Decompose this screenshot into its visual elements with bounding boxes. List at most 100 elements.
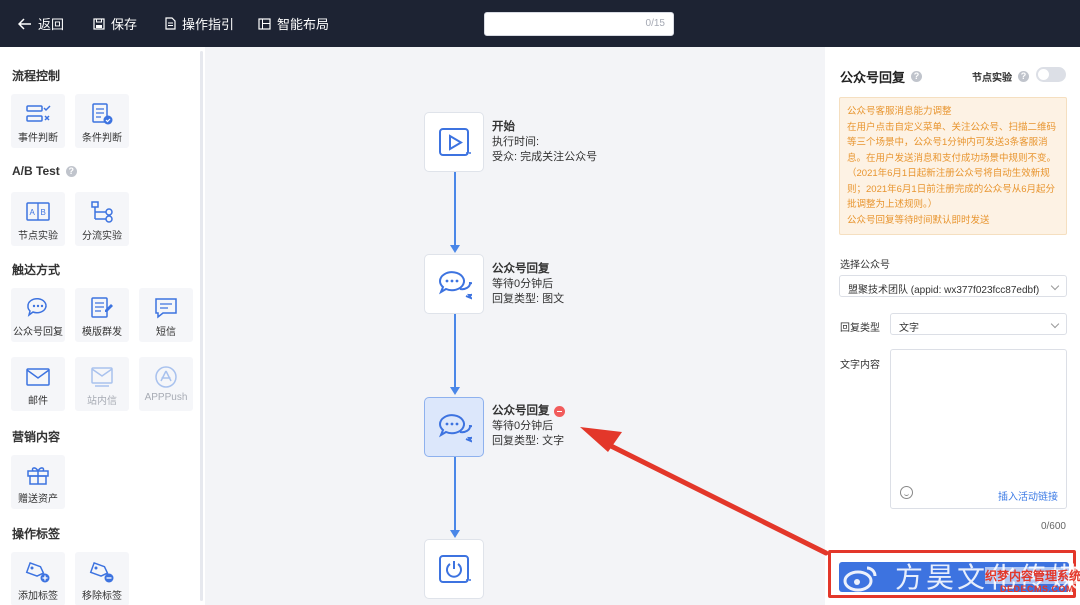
node-line: 受众: 完成关注公众号 bbox=[492, 151, 598, 163]
notice-box: 公众号客服消息能力调整 在用户点击自定义菜单、关注公众号、扫描二维码 等三个场景… bbox=[839, 97, 1067, 235]
reply-type-select[interactable]: 文字 bbox=[890, 313, 1067, 335]
watermark-cn: 织梦内容管理系统 bbox=[985, 567, 1080, 584]
chevron-down-icon bbox=[1050, 281, 1060, 291]
tool-event-judge[interactable]: 事件判断 bbox=[11, 94, 65, 148]
tag-add-icon bbox=[25, 561, 50, 583]
chat-bubbles-icon bbox=[438, 271, 472, 300]
tool-node-experiment[interactable]: AB 节点实验 bbox=[11, 192, 65, 246]
connector-line bbox=[454, 172, 456, 247]
account-select[interactable]: 盟聚技术团队 (appid: wx377f023fcc87edbf) bbox=[839, 275, 1067, 297]
flow-node-reply-1[interactable] bbox=[424, 254, 484, 314]
guide-button[interactable]: 操作指引 bbox=[165, 0, 234, 47]
tool-site-message[interactable]: 站内信 bbox=[75, 357, 129, 411]
guide-label: 操作指引 bbox=[182, 17, 235, 32]
panel-title: 公众号回复? bbox=[840, 67, 923, 86]
node-line: 等待0分钟后 bbox=[492, 278, 554, 290]
back-button[interactable]: 返回 bbox=[18, 0, 64, 47]
tool-sms[interactable]: 短信 bbox=[139, 288, 193, 342]
play-icon bbox=[439, 128, 471, 156]
mail-icon bbox=[26, 368, 50, 386]
flow-canvas[interactable]: 开始 执行时间: 受众: 完成关注公众号 公众号回复 等待0分钟后 回复类型: … bbox=[205, 47, 825, 605]
tool-remove-tag[interactable]: 移除标签 bbox=[75, 552, 129, 605]
node-title: 公众号回复 bbox=[492, 405, 550, 417]
inbox-icon bbox=[91, 367, 113, 387]
document-icon bbox=[165, 17, 176, 30]
connector-line bbox=[454, 457, 456, 532]
flow-title-input[interactable] bbox=[493, 16, 633, 32]
notice-line: 批调整为上述规则。） bbox=[847, 199, 938, 210]
gift-icon bbox=[27, 467, 49, 485]
app-store-icon bbox=[155, 366, 177, 388]
chat-bubbles-icon bbox=[438, 414, 472, 443]
weibo-logo-icon bbox=[843, 566, 877, 592]
panel-title-text: 公众号回复 bbox=[840, 70, 906, 85]
layout-icon bbox=[258, 17, 271, 30]
node-experiment-toggle[interactable] bbox=[1036, 67, 1066, 82]
smart-layout-button[interactable]: 智能布局 bbox=[258, 0, 329, 47]
node-start-info: 开始 执行时间: 受众: 完成关注公众号 bbox=[492, 120, 597, 165]
tool-gift-asset[interactable]: 赠送资产 bbox=[11, 455, 65, 509]
node-line: 回复类型: 图文 bbox=[492, 293, 565, 305]
node-config-panel: 公众号回复? 节点实验? 公众号客服消息能力调整 在用户点击自定义菜单、关注公众… bbox=[825, 47, 1080, 605]
event-judge-icon bbox=[26, 105, 51, 122]
notice-line: 息。在用户发送消息和支付成功场景中规则不变。 bbox=[847, 152, 1057, 164]
tool-app-push[interactable]: APPPush bbox=[139, 357, 193, 411]
flow-node-end[interactable] bbox=[424, 539, 484, 599]
title-char-count: 0/15 bbox=[645, 18, 665, 29]
save-label: 保存 bbox=[111, 17, 138, 32]
help-icon[interactable]: ? bbox=[911, 71, 923, 82]
text-content-input[interactable]: 插入活动链接 bbox=[890, 349, 1067, 509]
connector-line bbox=[454, 314, 456, 389]
flow-title-field: 0/15 bbox=[484, 12, 674, 36]
node-title: 开始 bbox=[492, 121, 515, 133]
back-label: 返回 bbox=[38, 17, 65, 32]
flow-node-reply-2[interactable] bbox=[424, 397, 484, 457]
save-icon bbox=[93, 17, 105, 30]
section-label: A/B Test bbox=[12, 164, 60, 178]
sms-icon bbox=[155, 298, 177, 319]
help-icon[interactable]: ? bbox=[65, 165, 77, 177]
section-marketing-content: 营销内容 bbox=[12, 430, 61, 444]
insert-activity-link[interactable]: 插入活动链接 bbox=[998, 488, 1058, 503]
svg-text:A: A bbox=[30, 208, 36, 217]
tool-label: 分流实验 bbox=[82, 231, 122, 242]
tool-email[interactable]: 邮件 bbox=[11, 357, 65, 411]
reply-type-value: 文字 bbox=[899, 323, 919, 334]
notice-line: 等三个场景中，公众号1分钟内可发送3条客服消 bbox=[847, 137, 1048, 148]
experiment-text: 节点实验 bbox=[972, 73, 1012, 84]
node-experiment-label: 节点实验? bbox=[972, 69, 1029, 84]
connector-arrow bbox=[450, 387, 460, 395]
node-line: 执行时间: bbox=[492, 136, 540, 148]
tool-official-reply[interactable]: 公众号回复 bbox=[11, 288, 65, 342]
help-icon[interactable]: ? bbox=[1018, 71, 1029, 82]
delete-node-icon[interactable] bbox=[553, 406, 565, 417]
flow-node-start[interactable] bbox=[424, 112, 484, 172]
component-palette: 流程控制 事件判断 条件判断 A/B Test? AB 节点实验 分流实验 触达… bbox=[0, 47, 205, 605]
notice-line: 在用户点击自定义菜单、关注公众号、扫描二维码 bbox=[847, 121, 1057, 133]
save-button[interactable]: 保存 bbox=[93, 0, 137, 47]
arrow-left-icon bbox=[18, 17, 31, 30]
account-label: 选择公众号 bbox=[840, 260, 890, 271]
reply-type-label: 回复类型 bbox=[840, 323, 880, 334]
tool-template-mass[interactable]: 模版群发 bbox=[75, 288, 129, 342]
node-title-row: 公众号回复 bbox=[492, 404, 565, 419]
node-reply-1-info: 公众号回复 等待0分钟后 回复类型: 图文 bbox=[492, 262, 564, 307]
account-value: 盟聚技术团队 (appid: wx377f023fcc87edbf) bbox=[848, 285, 1040, 296]
tool-label: 事件判断 bbox=[18, 133, 58, 144]
tool-condition-judge[interactable]: 条件判断 bbox=[75, 94, 129, 148]
section-touch-method: 触达方式 bbox=[12, 263, 61, 277]
tool-add-tag[interactable]: 添加标签 bbox=[11, 552, 65, 605]
text-char-count: 0/600 bbox=[1040, 521, 1066, 532]
tool-label: 赠送资产 bbox=[18, 494, 58, 505]
emoji-icon[interactable] bbox=[900, 486, 913, 499]
tag-remove-icon bbox=[89, 561, 114, 583]
smart-layout-label: 智能布局 bbox=[277, 17, 330, 32]
template-icon bbox=[91, 297, 113, 318]
node-title: 公众号回复 bbox=[492, 263, 550, 275]
notice-line: （2021年6月1日起新注册公众号将自动生效新规 bbox=[847, 168, 1050, 179]
palette-scrollbar[interactable] bbox=[200, 51, 203, 601]
tool-label: 公众号回复 bbox=[13, 327, 63, 338]
power-icon bbox=[439, 555, 471, 583]
tool-split-experiment[interactable]: 分流实验 bbox=[75, 192, 129, 246]
tool-label: 添加标签 bbox=[18, 591, 58, 602]
